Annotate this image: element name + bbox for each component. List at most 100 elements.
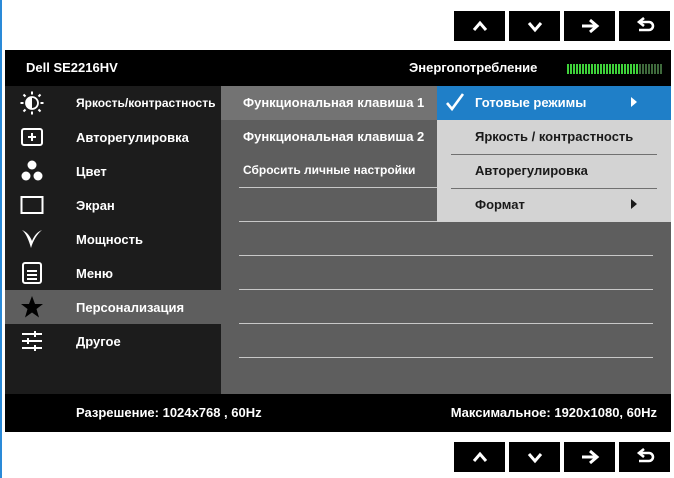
power-meter-bar (585, 64, 587, 74)
power-meter-bar (624, 64, 626, 74)
up-arrow-icon (472, 451, 487, 462)
power-meter-bar (567, 64, 569, 74)
osd-header: Dell SE2216HV Энергопотребление (5, 50, 671, 86)
function-key-2-label: Функциональная клавиша 2 (243, 129, 425, 144)
sidebar-item-brightness-contrast[interactable]: Яркость/контрастность (5, 86, 221, 120)
checkmark-icon (446, 93, 465, 112)
power-meter-bar (597, 64, 599, 74)
sidebar-item-label: Экран (76, 197, 115, 213)
option-label: Яркость / контрастность (475, 129, 634, 144)
sidebar-item-color[interactable]: Цвет (5, 154, 221, 188)
power-meter-bar (639, 64, 641, 74)
up-button[interactable] (454, 11, 505, 41)
power-meter-bar (606, 64, 608, 74)
option-auto-adjust[interactable]: Авторегулировка (437, 154, 671, 188)
power-meter (567, 64, 662, 74)
current-resolution: Разрешение: 1024x768 , 60Hz (76, 405, 262, 420)
frame-border (0, 0, 2, 478)
option-brightness-contrast[interactable]: Яркость / контрастность (437, 120, 671, 154)
sidebar-item-display[interactable]: Экран (5, 188, 221, 222)
power-consumption-label: Энергопотребление (409, 60, 538, 75)
power-meter-bar (579, 64, 581, 74)
sidebar-item-label: Авторегулировка (76, 129, 189, 145)
power-meter-bar (645, 64, 647, 74)
back-button[interactable] (619, 442, 670, 472)
power-meter-bar (570, 64, 572, 74)
osd-menu: Dell SE2216HV Энергопотребление Яркость/… (5, 50, 671, 432)
osd-footer: Разрешение: 1024x768 , 60Hz Максимальное… (5, 394, 671, 432)
max-resolution: Максимальное: 1920x1080, 60Hz (450, 405, 657, 420)
star-icon (20, 295, 44, 319)
color-icon (20, 159, 44, 183)
function-key-2[interactable]: Функциональная клавиша 2 (221, 120, 437, 154)
power-meter-bar (621, 64, 623, 74)
power-meter-bar (582, 64, 584, 74)
right-button[interactable] (564, 11, 615, 41)
right-arrow-icon (581, 18, 599, 34)
power-meter-bar (648, 64, 650, 74)
option-label: Формат (475, 197, 525, 212)
power-meter-bar (633, 64, 635, 74)
menu-icon (20, 261, 44, 285)
power-meter-bar (588, 64, 590, 74)
sidebar-item-label: Персонализация (76, 299, 185, 315)
sidebar-item-personalize[interactable]: Персонализация (5, 290, 221, 324)
option-label: Готовые режимы (475, 95, 587, 110)
row-divider (239, 255, 653, 256)
power-meter-bar (657, 64, 659, 74)
sidebar-item-label: Цвет (76, 163, 107, 179)
power-leaf-icon (20, 227, 44, 251)
sidebar-item-power[interactable]: Мощность (5, 222, 221, 256)
down-arrow-icon (527, 22, 542, 33)
power-meter-bar (591, 64, 593, 74)
power-meter-bar (573, 64, 575, 74)
power-meter-bar (600, 64, 602, 74)
reset-personalization-label: Сбросить личные настройки (243, 163, 416, 177)
submenu-arrow-icon (631, 199, 637, 209)
sidebar-item-label: Меню (76, 265, 114, 281)
right-button[interactable] (564, 442, 615, 472)
power-meter-bar (603, 64, 605, 74)
down-button[interactable] (509, 11, 560, 41)
display-icon (20, 193, 44, 217)
sidebar-item-label: Яркость/контрастность (76, 96, 216, 110)
row-divider (239, 323, 653, 324)
power-meter-bar (627, 64, 629, 74)
power-meter-bar (609, 64, 611, 74)
nav-buttons-top (454, 11, 670, 41)
option-preset-modes[interactable]: Готовые режимы (437, 86, 671, 120)
power-meter-bar (642, 64, 644, 74)
power-meter-bar (660, 64, 662, 74)
sliders-icon (20, 329, 44, 353)
row-divider (239, 357, 653, 358)
power-meter-bar (618, 64, 620, 74)
power-meter-bar (630, 64, 632, 74)
power-meter-bar (594, 64, 596, 74)
back-arrow-icon (636, 17, 654, 32)
row-divider (239, 289, 653, 290)
auto-adjust-icon (20, 125, 44, 149)
power-meter-bar (576, 64, 578, 74)
function-key-options: Готовые режимы Яркость / контрастность А… (437, 86, 671, 222)
power-meter-bar (651, 64, 653, 74)
power-meter-bar (654, 64, 656, 74)
sidebar-item-label: Мощность (76, 231, 143, 247)
sidebar-item-auto-adjust[interactable]: Авторегулировка (5, 120, 221, 154)
power-meter-bar (636, 64, 638, 74)
reset-personalization[interactable]: Сбросить личные настройки (221, 154, 437, 188)
nav-buttons-bottom (454, 442, 670, 472)
back-button[interactable] (619, 11, 670, 41)
back-arrow-icon (636, 448, 654, 463)
right-arrow-icon (581, 449, 599, 465)
down-arrow-icon (527, 453, 542, 464)
down-button[interactable] (509, 442, 560, 472)
brightness-icon (20, 91, 44, 115)
main-menu: Яркость/контрастность Авторегулировка Цв… (5, 86, 221, 394)
sidebar-item-menu[interactable]: Меню (5, 256, 221, 290)
function-key-1[interactable]: Функциональная клавиша 1 (221, 86, 437, 120)
power-meter-bar (615, 64, 617, 74)
option-aspect-ratio[interactable]: Формат (437, 188, 671, 222)
up-button[interactable] (454, 442, 505, 472)
up-arrow-icon (472, 20, 487, 31)
sidebar-item-other[interactable]: Другое (5, 324, 221, 358)
